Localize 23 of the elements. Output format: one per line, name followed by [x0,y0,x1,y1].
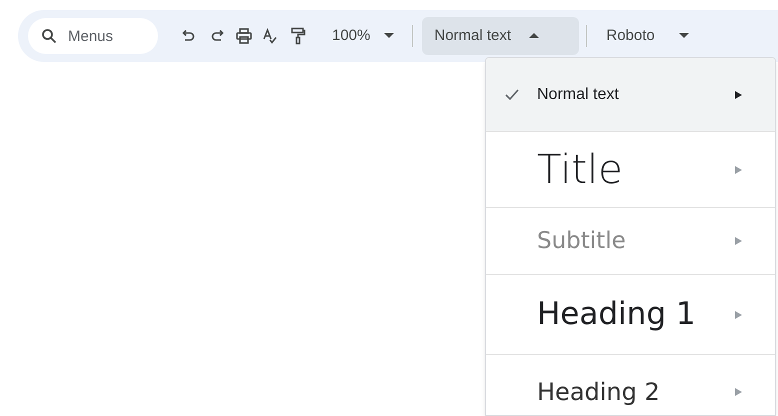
menu-item[interactable]: Heading 1 [486,274,775,354]
submenu-arrow-icon [735,388,742,396]
menu-item-label: Heading 1 [537,295,697,334]
caret-icon [384,33,394,39]
caret-icon [529,33,540,39]
menu-item-label: Subtitle [537,226,627,256]
submenu-arrow-icon [735,90,742,98]
menu-item[interactable]: Heading 2 [486,354,775,415]
zoom-dropdown[interactable]: 100% [328,18,398,54]
menu-item[interactable]: Normal text [486,58,775,131]
submenu-arrow-icon [735,166,742,174]
menu-item-label: Heading 2 [537,377,661,408]
search-field[interactable]: Menus [28,18,158,54]
submenu-arrow-icon [735,310,742,318]
menu-item-label: Title [537,146,624,194]
style-dropdown[interactable]: Normal text [422,17,580,55]
menu-item[interactable]: Title [486,131,775,207]
font-dropdown[interactable]: Roboto [606,18,689,54]
search-icon [41,28,57,44]
menu-item-label: Normal text [537,84,620,104]
caret-icon [678,33,689,39]
checkmark-icon [504,89,518,100]
submenu-arrow-icon [735,237,742,245]
